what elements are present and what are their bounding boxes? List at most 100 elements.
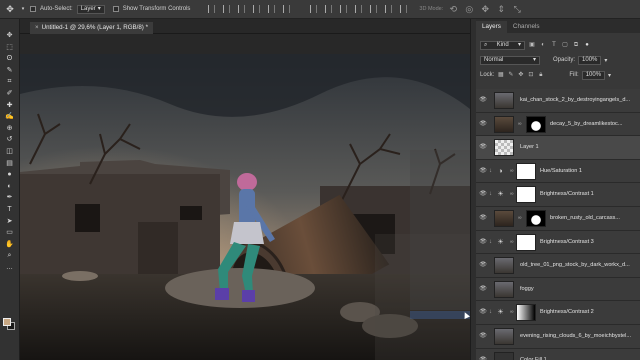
- eye-icon[interactable]: 👁︎: [479, 144, 487, 151]
- blur-icon[interactable]: ●: [4, 170, 16, 180]
- more-icon[interactable]: …: [4, 263, 16, 273]
- filter-type-icon[interactable]: T: [550, 41, 558, 49]
- 3d-rotate-icon[interactable]: ⟲: [447, 3, 459, 15]
- type-icon[interactable]: T: [4, 205, 16, 215]
- eye-icon[interactable]: 👁︎: [479, 215, 487, 222]
- align-hcenter-icon[interactable]: [268, 5, 276, 13]
- lock-all-icon[interactable]: 🔒︎: [537, 72, 544, 79]
- layer-mask-thumbnail[interactable]: [516, 162, 536, 180]
- link-icon[interactable]: ∞: [510, 309, 514, 315]
- crop-icon[interactable]: ⌗: [4, 77, 16, 87]
- eraser-icon[interactable]: ◫: [4, 147, 16, 157]
- 3d-slide-icon[interactable]: ⇕: [495, 3, 507, 15]
- filter-adjustment-icon[interactable]: ◐: [539, 41, 547, 49]
- distribute-left-icon[interactable]: [355, 5, 363, 13]
- foreground-color-swatch[interactable]: [3, 318, 11, 326]
- link-icon[interactable]: ∞: [518, 215, 522, 221]
- lock-artboard-icon[interactable]: ⊡: [527, 72, 534, 79]
- auto-align-icon[interactable]: [400, 5, 408, 13]
- chevron-down-icon[interactable]: ▾: [608, 72, 611, 79]
- layer-mask-thumbnail[interactable]: [516, 233, 536, 251]
- eye-icon[interactable]: 👁︎: [479, 191, 487, 198]
- distribute-hcenter-icon[interactable]: [370, 5, 378, 13]
- history-brush-icon[interactable]: ↺: [4, 135, 16, 145]
- layer-row[interactable]: 👁︎ Layer 1: [476, 136, 640, 160]
- marquee-icon[interactable]: ⬚: [4, 43, 16, 53]
- move-icon[interactable]: ✥: [4, 31, 16, 41]
- layer-mask-thumbnail[interactable]: [516, 304, 536, 322]
- distribute-bottom-icon[interactable]: [340, 5, 348, 13]
- blend-mode-dropdown[interactable]: Normal ▾: [480, 55, 540, 65]
- brush-icon[interactable]: ✍: [4, 112, 16, 122]
- filter-pixel-icon[interactable]: ▣: [528, 41, 536, 49]
- align-vcenter-icon[interactable]: [223, 5, 231, 13]
- eye-icon[interactable]: 👁︎: [479, 286, 487, 293]
- tab-layers[interactable]: Layers: [476, 21, 507, 33]
- document-tab[interactable]: × Untitled-1 @ 29,6% (Layer 1, RGB/8) *: [30, 22, 153, 34]
- layer-thumbnail[interactable]: [494, 139, 514, 157]
- eye-icon[interactable]: 👁︎: [479, 357, 487, 360]
- opacity-input[interactable]: 100%: [578, 55, 602, 65]
- align-bottom-icon[interactable]: [238, 5, 246, 13]
- layer-mask-thumbnail[interactable]: [516, 186, 536, 204]
- layer-row[interactable]: 👁︎ ↓ ☀ ∞ Brightness/Contrast 3: [476, 230, 640, 255]
- layer-row[interactable]: 👁︎ foggy: [476, 277, 640, 302]
- lasso-icon[interactable]: ʘ: [4, 54, 16, 64]
- align-left-icon[interactable]: [253, 5, 261, 13]
- move-tool-icon[interactable]: ✥: [4, 3, 16, 15]
- layer-row[interactable]: 👁︎ ∞ decay_5_by_dreamlikestoc...: [476, 112, 640, 137]
- 3d-drag-icon[interactable]: ✥: [479, 3, 491, 15]
- 3d-roll-icon[interactable]: ◎: [463, 3, 475, 15]
- layer-mask-thumbnail[interactable]: [526, 209, 546, 227]
- distribute-top-icon[interactable]: [310, 5, 318, 13]
- layer-thumbnail[interactable]: [494, 257, 514, 275]
- eye-icon[interactable]: 👁︎: [479, 121, 487, 128]
- dodge-icon[interactable]: ◐: [4, 182, 16, 192]
- eyedropper-icon[interactable]: ✐: [4, 89, 16, 99]
- filter-toggle-icon[interactable]: ●: [583, 41, 591, 49]
- layer-row[interactable]: 👁︎ kai_chan_stock_2_by_destroyingangels_d…: [476, 89, 640, 113]
- pen-icon[interactable]: ✒: [4, 193, 16, 203]
- layer-row[interactable]: 👁︎ ∞ broken_rusty_old_carcass...: [476, 206, 640, 231]
- layer-thumbnail[interactable]: [494, 327, 514, 345]
- eye-icon[interactable]: 👁︎: [479, 262, 487, 269]
- eye-icon[interactable]: 👁︎: [479, 97, 487, 104]
- clone-stamp-icon[interactable]: ⊕: [4, 124, 16, 134]
- auto-select-dropdown[interactable]: Layer ▾: [76, 4, 105, 14]
- gradient-icon[interactable]: ▤: [4, 159, 16, 169]
- layer-row[interactable]: 👁︎ ↓ ☀ ∞ Brightness/Contrast 2: [476, 301, 640, 325]
- tab-channels[interactable]: Channels: [507, 21, 546, 33]
- auto-select-checkbox[interactable]: [30, 6, 36, 12]
- layer-row[interactable]: 👁︎ Color Fill 1: [476, 348, 640, 360]
- eye-icon[interactable]: 👁︎: [479, 168, 487, 175]
- zoom-icon[interactable]: ⌕: [4, 251, 16, 261]
- shape-icon[interactable]: ▭: [4, 228, 16, 238]
- fill-input[interactable]: 100%: [581, 70, 606, 80]
- lock-position-icon[interactable]: ✥: [517, 72, 524, 79]
- chevron-down-icon[interactable]: ▾: [20, 3, 26, 15]
- hand-icon[interactable]: ✋: [4, 240, 16, 250]
- layer-thumbnail[interactable]: [494, 351, 514, 360]
- healing-icon[interactable]: ✚: [4, 101, 16, 111]
- chevron-down-icon[interactable]: ▾: [604, 57, 607, 64]
- eye-icon[interactable]: 👁︎: [479, 333, 487, 340]
- link-icon[interactable]: ∞: [510, 191, 514, 197]
- layer-thumbnail[interactable]: [494, 280, 514, 298]
- align-top-icon[interactable]: [208, 5, 216, 13]
- distribute-vcenter-icon[interactable]: [325, 5, 333, 13]
- document-canvas[interactable]: [20, 54, 470, 360]
- layer-thumbnail[interactable]: [494, 115, 514, 133]
- 3d-scale-icon[interactable]: ⤡: [511, 3, 523, 15]
- quick-select-icon[interactable]: ✎: [4, 66, 16, 76]
- layer-thumbnail[interactable]: [494, 209, 514, 227]
- distribute-right-icon[interactable]: [385, 5, 393, 13]
- layer-row[interactable]: 👁︎ ↓ ◑ ∞ Hue/Saturation 1: [476, 159, 640, 184]
- layer-thumbnail[interactable]: [494, 92, 514, 109]
- filter-shape-icon[interactable]: ▢: [561, 41, 569, 49]
- lock-pixels-icon[interactable]: ✎: [507, 72, 514, 79]
- link-icon[interactable]: ∞: [510, 239, 514, 245]
- eye-icon[interactable]: 👁︎: [479, 239, 487, 246]
- link-icon[interactable]: ∞: [510, 168, 514, 174]
- layer-row[interactable]: 👁︎ evening_rising_clouds_6_by_moeichbyste…: [476, 324, 640, 349]
- layer-mask-thumbnail[interactable]: [526, 115, 546, 133]
